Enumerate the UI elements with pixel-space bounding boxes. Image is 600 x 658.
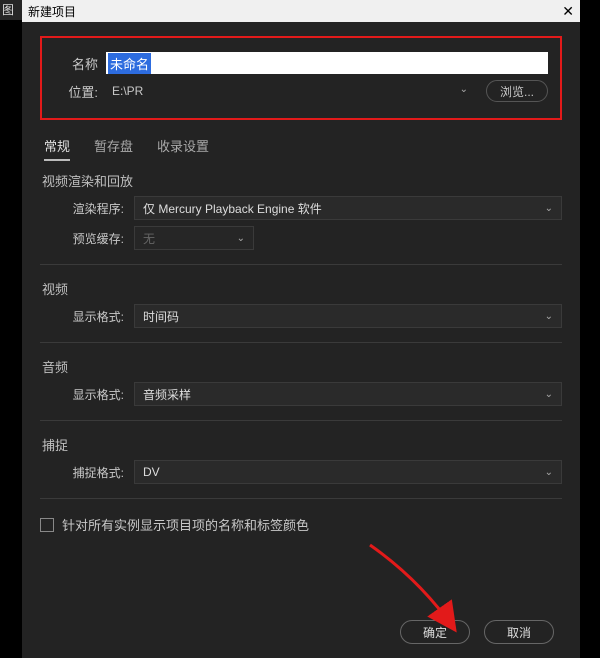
- location-select[interactable]: E:\PR ⌄: [106, 80, 476, 102]
- section-video: 视频 显示格式: 时间码 ⌄: [40, 279, 562, 328]
- dialog-title: 新建项目: [28, 3, 76, 20]
- close-icon[interactable]: ✕: [562, 3, 574, 20]
- section-render: 视频渲染和回放 渲染程序: 仅 Mercury Playback Engine …: [40, 171, 562, 250]
- renderer-select[interactable]: 仅 Mercury Playback Engine 软件 ⌄: [134, 196, 562, 220]
- background-fragment: 图: [0, 0, 22, 20]
- section-capture: 捕捉 捕捉格式: DV ⌄: [40, 435, 562, 484]
- location-label: 位置:: [54, 82, 98, 101]
- chevron-down-icon: ⌄: [460, 84, 468, 95]
- divider: [40, 498, 562, 499]
- label-color-option[interactable]: 针对所有实例显示项目项的名称和标签颜色: [40, 515, 562, 534]
- preview-cache-value: 无: [143, 230, 155, 247]
- capture-format-value: DV: [143, 465, 160, 479]
- capture-format-label: 捕捉格式:: [40, 464, 124, 481]
- project-name-input[interactable]: 未命名: [106, 52, 548, 74]
- renderer-label: 渲染程序:: [40, 200, 124, 217]
- tab-ingest-settings[interactable]: 收录设置: [157, 136, 209, 161]
- name-label: 名称: [54, 54, 98, 73]
- chevron-down-icon: ⌄: [545, 467, 553, 478]
- audio-format-value: 音频采样: [143, 386, 191, 403]
- divider: [40, 264, 562, 265]
- chevron-down-icon: ⌄: [545, 389, 553, 400]
- divider: [40, 420, 562, 421]
- annotation-highlight-box: 名称 未命名 位置: E:\PR ⌄ 浏览...: [40, 36, 562, 120]
- dialog-footer: 确定 取消: [400, 620, 554, 644]
- audio-format-label: 显示格式:: [40, 386, 124, 403]
- preview-cache-select: 无 ⌄: [134, 226, 254, 250]
- ok-label: 确定: [423, 624, 447, 641]
- video-format-select[interactable]: 时间码 ⌄: [134, 304, 562, 328]
- preview-cache-label: 预览缓存:: [40, 230, 124, 247]
- cancel-button[interactable]: 取消: [484, 620, 554, 644]
- titlebar: 新建项目 ✕: [22, 0, 580, 22]
- chevron-down-icon: ⌄: [545, 203, 553, 214]
- browse-button[interactable]: 浏览...: [486, 80, 548, 102]
- chevron-down-icon: ⌄: [545, 311, 553, 322]
- chevron-down-icon: ⌄: [237, 233, 245, 244]
- audio-format-select[interactable]: 音频采样 ⌄: [134, 382, 562, 406]
- section-capture-title: 捕捉: [42, 435, 562, 454]
- cancel-label: 取消: [507, 624, 531, 641]
- renderer-value: 仅 Mercury Playback Engine 软件: [143, 200, 322, 217]
- section-video-title: 视频: [42, 279, 562, 298]
- tab-scratch-disks[interactable]: 暂存盘: [94, 136, 133, 161]
- divider: [40, 342, 562, 343]
- video-format-label: 显示格式:: [40, 308, 124, 325]
- section-audio: 音频 显示格式: 音频采样 ⌄: [40, 357, 562, 406]
- tab-general[interactable]: 常规: [44, 136, 70, 161]
- section-render-title: 视频渲染和回放: [42, 171, 562, 190]
- checkbox-icon[interactable]: [40, 518, 54, 532]
- video-format-value: 时间码: [143, 308, 179, 325]
- capture-format-select[interactable]: DV ⌄: [134, 460, 562, 484]
- tab-bar: 常规 暂存盘 收录设置: [44, 136, 562, 161]
- location-value: E:\PR: [112, 84, 143, 98]
- section-audio-title: 音频: [42, 357, 562, 376]
- checkbox-label: 针对所有实例显示项目项的名称和标签颜色: [62, 515, 309, 534]
- new-project-dialog: 新建项目 ✕ 名称 未命名 位置: E:\PR ⌄ 浏览... 常规 暂存盘: [22, 0, 580, 658]
- ok-button[interactable]: 确定: [400, 620, 470, 644]
- browse-label: 浏览...: [500, 83, 534, 100]
- dialog-content: 名称 未命名 位置: E:\PR ⌄ 浏览... 常规 暂存盘 收录设置 视频渲…: [22, 22, 580, 542]
